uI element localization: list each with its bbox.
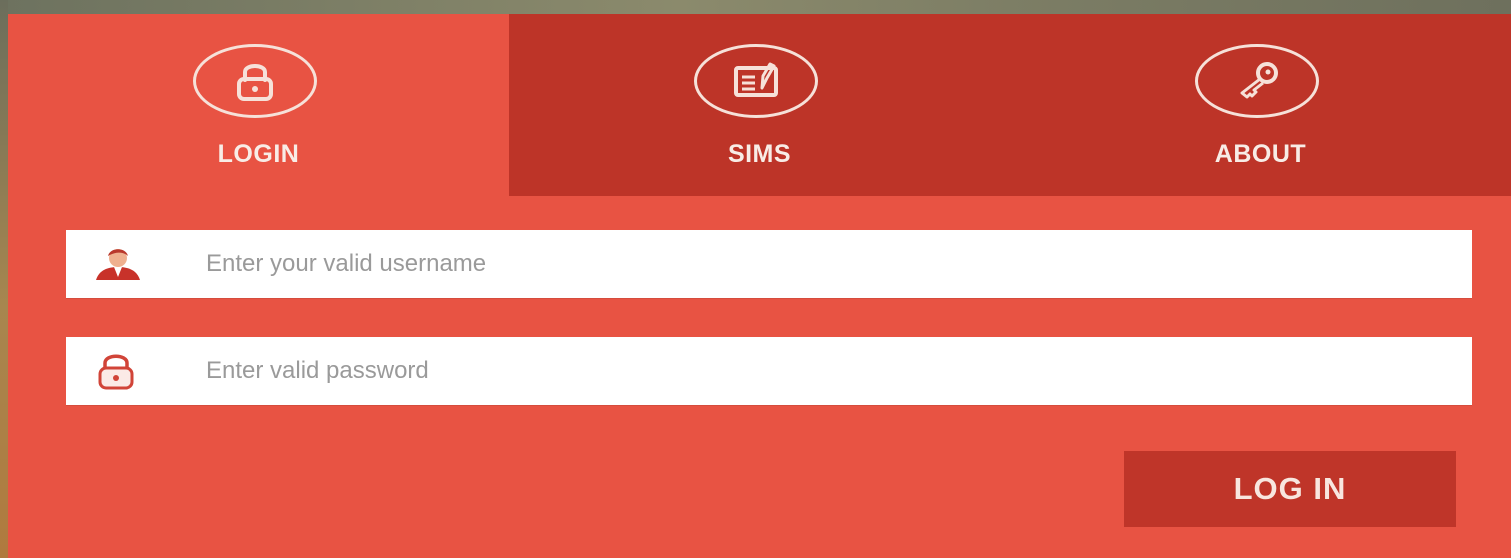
- lock-icon: [98, 354, 134, 390]
- user-icon: [96, 249, 140, 280]
- tab-bar: LOGIN SIMS ABOUT: [8, 14, 1511, 196]
- login-panel: LOGIN SIMS ABOUT Enter your valid userna…: [8, 14, 1511, 558]
- tab-about-label: ABOUT: [1214, 140, 1307, 168]
- background-strip-top: [0, 0, 1511, 14]
- tab-login-label: LOGIN: [217, 140, 300, 168]
- login-button[interactable]: LOG IN: [1124, 451, 1456, 527]
- tab-about-icon-ring: [1194, 44, 1319, 118]
- tab-about[interactable]: ABOUT: [1010, 14, 1511, 196]
- document-edit-icon: [733, 62, 778, 97]
- password-field[interactable]: [66, 337, 1472, 405]
- tab-login-icon-ring: [192, 44, 317, 118]
- username-input[interactable]: [206, 230, 1446, 298]
- key-icon: [1240, 62, 1278, 99]
- tab-login[interactable]: LOGIN: [8, 14, 509, 196]
- password-input[interactable]: [206, 337, 1446, 405]
- background-strip-left: [0, 0, 8, 558]
- tab-sims-icon-ring: [693, 44, 818, 118]
- lock-icon: [236, 64, 273, 101]
- username-field[interactable]: [66, 230, 1472, 298]
- tab-sims[interactable]: SIMS: [509, 14, 1010, 196]
- tab-sims-label: SIMS: [727, 140, 792, 168]
